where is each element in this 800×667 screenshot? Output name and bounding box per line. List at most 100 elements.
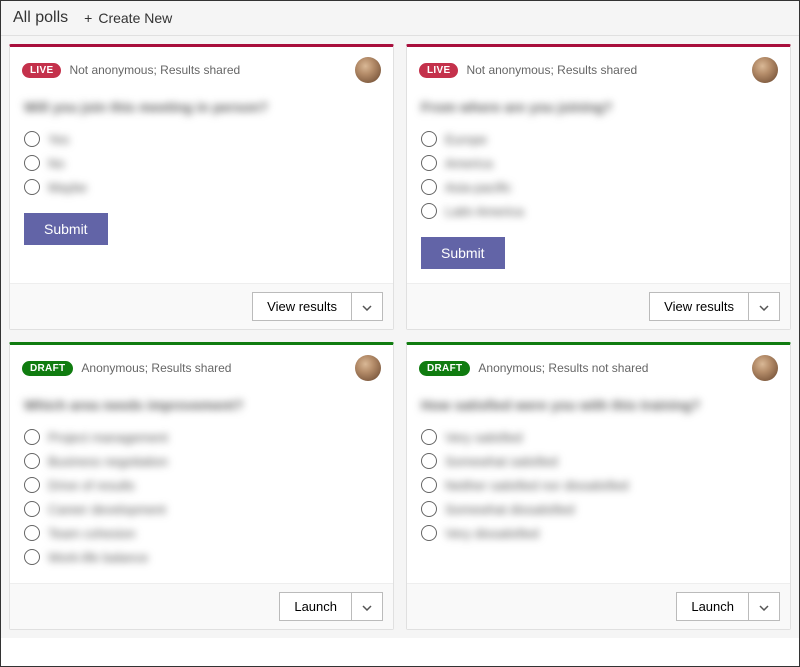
poll-option[interactable]: No [24,151,379,175]
poll-option[interactable]: Somewhat satisfied [421,449,776,473]
card-body: Will you join this meeting in person? Yes… [10,89,393,283]
poll-option[interactable]: Europe [421,127,776,151]
poll-question: How satisfied were you with this trainin… [421,397,776,413]
view_results-split-button: View results [649,292,780,321]
poll-card: DRAFT Anonymous; Results not shared How sa… [406,342,791,630]
card-body: Which area needs improvement?Project man… [10,387,393,583]
option-label: Europe [445,132,487,147]
option-label: Somewhat dissatisfied [445,502,574,517]
radio-icon [24,549,40,565]
poll-option[interactable]: Career development [24,497,379,521]
poll-meta: Anonymous; Results shared [81,361,347,375]
card-header: LIVE Not anonymous; Results shared [407,47,790,89]
card-footer: View results [10,283,393,329]
card-body: How satisfied were you with this trainin… [407,387,790,583]
status-badge: LIVE [22,63,61,78]
radio-icon [421,501,437,517]
avatar [752,57,778,83]
radio-icon [421,525,437,541]
card-footer: View results [407,283,790,329]
card-footer: Launch [10,583,393,629]
poll-meta: Anonymous; Results not shared [478,361,744,375]
poll-option[interactable]: Neither satisfied nor dissatisfied [421,473,776,497]
poll-option[interactable]: Business negotiation [24,449,379,473]
card-header: DRAFT Anonymous; Results not shared [407,345,790,387]
radio-icon [24,525,40,541]
launch-split-button: Launch [676,592,780,621]
poll-option[interactable]: Somewhat dissatisfied [421,497,776,521]
radio-icon [24,477,40,493]
poll-option[interactable]: Project management [24,425,379,449]
radio-icon [421,179,437,195]
option-label: America [445,156,493,171]
option-label: Somewhat satisfied [445,454,558,469]
poll-question: Will you join this meeting in person? [24,99,379,115]
launch-split-button: Launch [279,592,383,621]
poll-card: DRAFT Anonymous; Results shared Which area… [9,342,394,630]
card-footer: Launch [407,583,790,629]
radio-icon [24,453,40,469]
poll-option[interactable]: America [421,151,776,175]
radio-icon [421,429,437,445]
option-label: Asia-pacific [445,180,511,195]
radio-icon [421,477,437,493]
option-label: Project management [48,430,168,445]
chevron-down-icon[interactable] [352,292,383,321]
view_results-button[interactable]: View results [252,292,352,321]
avatar [355,355,381,381]
page-title: All polls [13,9,68,27]
avatar [752,355,778,381]
radio-icon [24,179,40,195]
radio-icon [421,453,437,469]
poll-option[interactable]: Very satisfied [421,425,776,449]
poll-meta: Not anonymous; Results shared [466,63,744,77]
poll-meta: Not anonymous; Results shared [69,63,347,77]
poll-option[interactable]: Asia-pacific [421,175,776,199]
poll-question: From where are you joining? [421,99,776,115]
submit-button[interactable]: Submit [24,213,108,245]
option-label: Very satisfied [445,430,522,445]
option-label: Work-life balance [48,550,148,565]
option-label: Business negotiation [48,454,168,469]
polls-grid: LIVE Not anonymous; Results shared Will yo… [1,36,799,638]
option-label: Team cohesion [48,526,135,541]
view_results-button[interactable]: View results [649,292,749,321]
poll-option[interactable]: Work-life balance [24,545,379,569]
launch-button[interactable]: Launch [676,592,749,621]
radio-icon [24,155,40,171]
radio-icon [421,203,437,219]
launch-button[interactable]: Launch [279,592,352,621]
status-badge: DRAFT [419,361,470,376]
poll-option[interactable]: Yes [24,127,379,151]
radio-icon [24,501,40,517]
option-label: Neither satisfied nor dissatisfied [445,478,629,493]
option-label: Drive of results [48,478,135,493]
card-header: LIVE Not anonymous; Results shared [10,47,393,89]
option-label: Career development [48,502,166,517]
radio-icon [24,429,40,445]
status-badge: DRAFT [22,361,73,376]
radio-icon [24,131,40,147]
avatar [355,57,381,83]
poll-option[interactable]: Very dissatisfied [421,521,776,545]
chevron-down-icon[interactable] [352,592,383,621]
card-body: From where are you joining? Europe America… [407,89,790,283]
poll-option[interactable]: Team cohesion [24,521,379,545]
radio-icon [421,155,437,171]
submit-button[interactable]: Submit [421,237,505,269]
option-label: No [48,156,65,171]
poll-option[interactable]: Maybe [24,175,379,199]
chevron-down-icon[interactable] [749,292,780,321]
plus-icon: + [84,10,92,26]
option-label: Yes [48,132,69,147]
poll-card: LIVE Not anonymous; Results shared Will yo… [9,44,394,330]
radio-icon [421,131,437,147]
status-badge: LIVE [419,63,458,78]
poll-option[interactable]: Drive of results [24,473,379,497]
chevron-down-icon[interactable] [749,592,780,621]
create-new-button[interactable]: + Create New [84,10,172,26]
option-label: Latin America [445,204,524,219]
poll-option[interactable]: Latin America [421,199,776,223]
card-header: DRAFT Anonymous; Results shared [10,345,393,387]
create-new-label: Create New [98,10,172,26]
